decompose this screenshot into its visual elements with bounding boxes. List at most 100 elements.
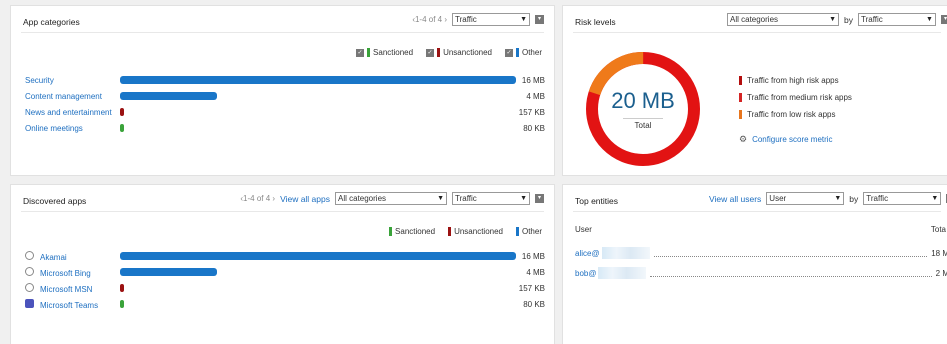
risk-legend-label: Traffic from medium risk apps — [747, 93, 852, 102]
row-label[interactable]: Akamai — [25, 250, 120, 262]
row-label[interactable]: Online meetings — [25, 124, 120, 133]
row-label[interactable]: News and entertainment — [25, 108, 120, 117]
list-item: News and entertainment 157 KB — [25, 104, 545, 120]
checkbox-checked-icon[interactable]: ✓ — [426, 48, 435, 57]
legend-sanctioned-label: Sanctioned — [373, 48, 414, 57]
leader-dots — [653, 250, 928, 257]
app-categories-pager[interactable]: ‹1-4 of 4 › — [412, 15, 447, 24]
row-value: 157 KB — [518, 283, 545, 293]
row-value: 80 KB — [523, 123, 545, 133]
chevron-down-icon: ▼ — [520, 195, 527, 202]
donut-total-caption: Total — [634, 121, 652, 130]
entity-name-link[interactable]: alice@ — [575, 249, 600, 258]
risk-legend: Traffic from high risk apps Traffic from … — [739, 76, 852, 145]
entity-type-select[interactable]: User ▼ — [766, 192, 845, 205]
globe-icon — [25, 266, 34, 276]
row-label[interactable]: Content management — [25, 92, 120, 101]
bar[interactable] — [120, 76, 516, 84]
discovered-category-select[interactable]: All categories ▼ — [335, 192, 447, 205]
legend-sanctioned-label: Sanctioned — [395, 227, 436, 236]
teams-icon — [25, 298, 34, 308]
row-value: 157 KB — [518, 107, 545, 117]
row-label-text: Akamai — [40, 252, 67, 262]
configure-score-metric-link[interactable]: ⚙ Configure score metric — [739, 134, 852, 145]
legend-other[interactable]: ✓ Other — [504, 48, 542, 57]
view-all-apps-link[interactable]: View all apps — [280, 194, 330, 204]
app-categories-header: App categories ‹1-4 of 4 › Traffic ▼ ▾ — [21, 6, 544, 33]
list-item: Content management 4 MB — [25, 88, 545, 104]
entity-select-value: User — [769, 194, 787, 203]
row-label[interactable]: Microsoft Bing — [25, 266, 120, 278]
row-label-text: News and entertainment — [25, 107, 112, 117]
bar-track — [120, 108, 516, 116]
unsanctioned-swatch — [437, 48, 441, 57]
export-icon[interactable]: ▾ — [535, 15, 544, 24]
entity-value: 2 M — [935, 268, 947, 278]
risk-legend-label: Traffic from high risk apps — [747, 76, 839, 85]
entity-name-link[interactable]: bob@ — [575, 269, 596, 278]
risk-legend-item[interactable]: Traffic from low risk apps — [739, 110, 852, 119]
row-label[interactable]: Microsoft MSN — [25, 282, 120, 294]
donut-divider — [623, 118, 663, 119]
list-item: Microsoft MSN 157 KB — [25, 280, 545, 296]
list-item: Akamai 16 MB — [25, 248, 545, 264]
row-label[interactable]: Security — [25, 76, 120, 85]
legend-sanctioned[interactable]: ✓ Sanctioned — [356, 48, 413, 57]
legend-sanctioned[interactable]: Sanctioned — [389, 227, 435, 236]
metric-select-value: Traffic — [455, 15, 477, 24]
bar[interactable] — [120, 300, 124, 308]
metric-select-value: Traffic — [866, 194, 889, 203]
bar[interactable] — [120, 268, 218, 276]
metric-select-value: Traffic — [860, 15, 883, 24]
row-value: 16 MB — [521, 75, 545, 85]
discovered-apps-legend: Sanctioned Unsanctioned Other — [389, 227, 542, 236]
by-label: by — [849, 193, 859, 204]
legend-other-label: Other — [521, 48, 542, 57]
bar-track — [120, 300, 516, 308]
discovered-apps-pager[interactable]: ‹1-4 of 4 › — [240, 194, 275, 203]
checkbox-checked-icon[interactable]: ✓ — [504, 48, 513, 57]
bar[interactable] — [120, 124, 124, 132]
export-icon[interactable]: ▾ — [940, 15, 947, 24]
row-label[interactable]: Microsoft Teams — [25, 298, 120, 310]
risk-legend-item[interactable]: Traffic from high risk apps — [739, 76, 852, 85]
category-select-value: All categories — [730, 15, 779, 24]
risk-levels-title: Risk levels — [575, 17, 616, 27]
row-value: 16 MB — [521, 251, 545, 261]
export-icon[interactable]: ▾ — [535, 194, 544, 203]
bar-track — [120, 268, 516, 276]
by-label: by — [844, 14, 853, 25]
total-column-label: Tota — [930, 225, 946, 234]
discovered-metric-select[interactable]: Traffic ▼ — [452, 192, 530, 205]
bar[interactable] — [120, 108, 124, 116]
legend-unsanctioned-label: Unsanctioned — [443, 48, 492, 57]
bar[interactable] — [120, 252, 516, 260]
chevron-down-icon: ▼ — [834, 195, 842, 202]
legend-unsanctioned[interactable]: ✓ Unsanctioned — [426, 48, 492, 57]
app-categories-legend: ✓ Sanctioned ✓ Unsanctioned ✓ Other — [356, 48, 542, 57]
checkbox-checked-icon[interactable]: ✓ — [356, 48, 365, 57]
row-value: 4 MB — [526, 267, 545, 277]
top-entities-header: Top entities View all users User ▼ by Tra… — [573, 185, 947, 212]
risk-legend-label: Traffic from low risk apps — [747, 110, 836, 119]
legend-other[interactable]: Other — [515, 227, 542, 236]
legend-unsanctioned[interactable]: Unsanctioned — [448, 227, 503, 236]
bar-track — [120, 76, 516, 84]
row-label-text: Content management — [25, 91, 102, 101]
chevron-down-icon: ▼ — [437, 195, 444, 202]
row-label-text: Online meetings — [25, 123, 83, 133]
risk-metric-select[interactable]: Traffic ▼ — [857, 13, 936, 26]
app-categories-metric-select[interactable]: Traffic ▼ — [452, 13, 530, 26]
risk-category-select[interactable]: All categories ▼ — [727, 13, 839, 26]
metric-select-value: Traffic — [455, 194, 477, 203]
chevron-down-icon: ▼ — [926, 16, 933, 23]
bar[interactable] — [120, 92, 218, 100]
bar[interactable] — [120, 284, 124, 292]
entity-metric-select[interactable]: Traffic ▼ — [863, 192, 942, 205]
top-entities-panel: Top entities View all users User ▼ by Tra… — [562, 184, 947, 344]
user-column-label: User — [575, 225, 592, 234]
view-all-users-link[interactable]: View all users — [709, 194, 761, 204]
list-item: Microsoft Teams 80 KB — [25, 296, 545, 312]
risk-legend-item[interactable]: Traffic from medium risk apps — [739, 93, 852, 102]
chevron-down-icon: ▼ — [520, 16, 527, 23]
